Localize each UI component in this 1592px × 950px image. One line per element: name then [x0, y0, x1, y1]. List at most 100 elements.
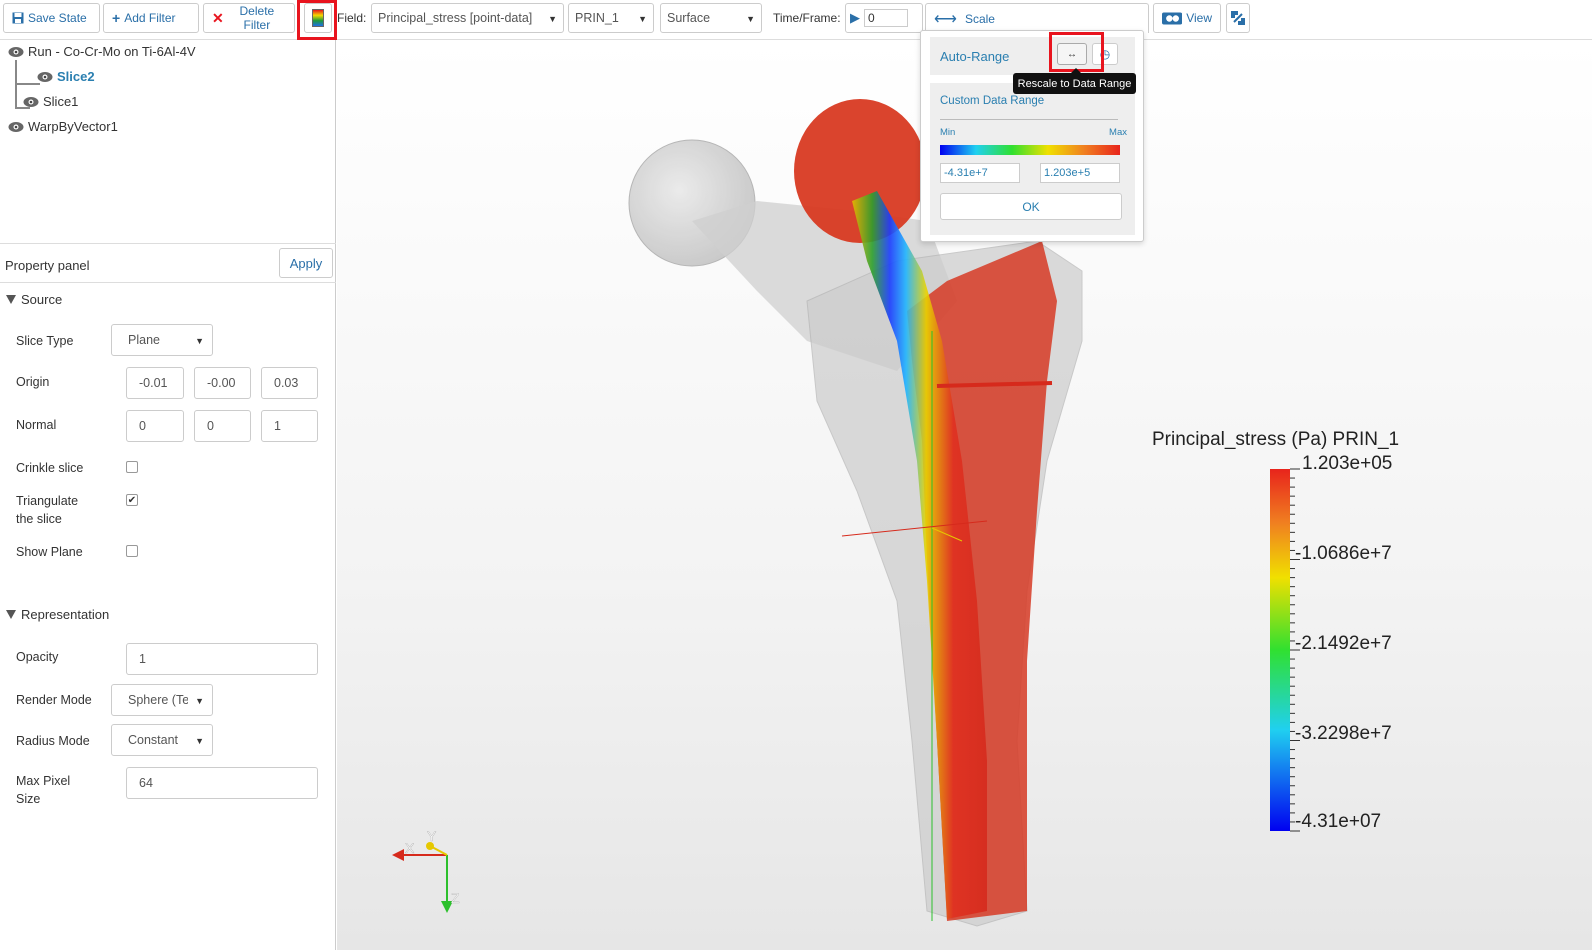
max-value-input[interactable]: 1.203e+5 — [1040, 163, 1120, 183]
source-section-toggle[interactable]: Source — [6, 292, 62, 307]
opacity-input[interactable]: 1 — [126, 643, 318, 675]
tree-item-slice1[interactable]: Slice1 — [23, 94, 78, 109]
legend-title: Principal_stress (Pa) PRIN_1 — [1152, 429, 1399, 450]
scale-popup: Auto-Range ↔ ◷ Custom Data Range Min Max… — [920, 30, 1144, 242]
radius-mode-value: Constant — [128, 733, 179, 747]
show-plane-checkbox[interactable] — [126, 545, 138, 557]
caret-down-icon: ▼ — [548, 14, 557, 24]
representation-select[interactable]: Surface ▼ — [660, 3, 762, 33]
pipeline-tree: Run - Co-Cr-Mo on Ti-6Al-4V Slice2 Slice… — [0, 40, 336, 240]
tree-item-warpbyvector1[interactable]: WarpByVector1 — [8, 119, 118, 134]
tree-item-label: Slice1 — [43, 94, 79, 109]
camera-icon — [1162, 12, 1183, 24]
triangle-down-icon — [6, 295, 16, 304]
plus-icon: + — [112, 10, 121, 26]
normal-x-input[interactable]: 0 — [126, 410, 184, 442]
component-select-value: PRIN_1 — [575, 11, 619, 25]
rescale-tooltip: Rescale to Data Range — [1013, 68, 1136, 94]
eye-icon[interactable] — [23, 96, 39, 108]
field-select[interactable]: Principal_stress [point-data] ▼ — [371, 3, 564, 33]
representation-section-toggle[interactable]: Representation — [6, 607, 109, 622]
caret-down-icon: ▼ — [638, 14, 647, 24]
min-value-input[interactable]: -4.31e+7 — [940, 163, 1020, 183]
time-frame-label: Time/Frame: — [773, 11, 841, 25]
caret-down-icon: ▼ — [746, 14, 755, 24]
eye-icon[interactable] — [8, 121, 24, 133]
color-map-button[interactable] — [304, 3, 332, 33]
orientation-axes: X Y Z — [392, 828, 460, 913]
scale-label: Scale — [964, 11, 995, 26]
field-select-value: Principal_stress [point-data] — [378, 11, 533, 25]
component-select[interactable]: PRIN_1 ▼ — [568, 3, 654, 33]
tree-item-run[interactable]: Run - Co-Cr-Mo on Ti-6Al-4V — [8, 44, 196, 59]
triangulate-label-line1: Triangulate — [16, 494, 79, 508]
triangulate-slice-checkbox[interactable]: ✔ — [126, 494, 138, 506]
delete-filter-label: Delete Filter — [239, 4, 275, 32]
scalar-bar-legend: Principal_stress (Pa) PRIN_1 1.203e+05 -… — [1152, 429, 1399, 832]
caret-down-icon: ▼ — [195, 696, 204, 706]
axis-z-label: Z — [451, 890, 460, 906]
crinkle-slice-label: Crinkle slice — [16, 461, 84, 475]
tree-item-label: Slice2 — [57, 69, 95, 84]
max-pixel-label-line1: Max Pixel — [16, 774, 71, 788]
time-range-button[interactable]: ◷ — [1092, 43, 1118, 65]
legend-label-4: -3.2298e+7 — [1295, 723, 1392, 744]
min-label: Min — [940, 127, 956, 138]
ok-button[interactable]: OK — [940, 193, 1122, 220]
delete-filter-button[interactable]: ✕ Delete Filter — [203, 3, 295, 33]
crinkle-slice-checkbox[interactable] — [126, 461, 138, 473]
time-frame-input[interactable]: 0 — [864, 9, 908, 27]
tree-item-slice2[interactable]: Slice2 — [37, 69, 95, 84]
legend-color-bar — [1270, 469, 1290, 831]
custom-range-card: Custom Data Range Min Max -4.31e+7 1.203… — [930, 83, 1135, 235]
toolbar: Save State + Add Filter ✕ Delete Filter … — [0, 0, 1592, 40]
legend-label-max: 1.203e+05 — [1302, 453, 1392, 474]
reset-camera-button[interactable] — [1226, 3, 1250, 33]
property-panel-header: Property panel Apply — [0, 243, 336, 283]
left-panel: Run - Co-Cr-Mo on Ti-6Al-4V Slice2 Slice… — [0, 40, 336, 950]
radius-mode-select[interactable]: Constant ▼ — [111, 724, 213, 756]
tree-item-label: Run - Co-Cr-Mo on Ti-6Al-4V — [28, 44, 196, 59]
triangle-down-icon — [6, 610, 16, 619]
add-filter-button[interactable]: + Add Filter — [103, 3, 199, 33]
origin-z-input[interactable]: 0.03 — [261, 367, 318, 399]
opacity-label: Opacity — [16, 650, 59, 664]
render-mode-select[interactable]: Sphere (Te ▼ — [111, 684, 213, 716]
origin-x-input[interactable]: -0.01 — [126, 367, 184, 399]
rescale-to-data-range-button[interactable]: ↔ — [1057, 43, 1087, 65]
property-panel-title: Property panel — [5, 258, 90, 273]
origin-y-input[interactable]: -0.00 — [194, 367, 251, 399]
axis-y-label: Y — [427, 828, 437, 844]
view-button[interactable]: View — [1153, 3, 1221, 33]
slice-type-label: Slice Type — [16, 334, 74, 348]
auto-range-row: Auto-Range ↔ ◷ — [930, 37, 1135, 75]
legend-label-min: -4.31e+07 — [1295, 811, 1381, 832]
play-icon[interactable]: ▶ — [850, 10, 860, 26]
reset-camera-icon — [1231, 11, 1245, 25]
representation-section-label: Representation — [21, 607, 110, 622]
slice-type-value: Plane — [128, 333, 160, 347]
caret-down-icon: ▼ — [195, 336, 204, 346]
floppy-icon — [12, 12, 24, 24]
eye-icon[interactable] — [8, 46, 24, 58]
save-state-button[interactable]: Save State — [3, 3, 100, 33]
axis-x-label: X — [405, 840, 415, 856]
apply-button[interactable]: Apply — [279, 248, 333, 278]
divider — [940, 119, 1118, 120]
clock-icon: ◷ — [1099, 47, 1111, 61]
render-mode-value: Sphere (Te — [128, 693, 188, 707]
max-label: Max — [1109, 127, 1127, 138]
normal-y-input[interactable]: 0 — [194, 410, 251, 442]
auto-range-label: Auto-Range — [940, 49, 1010, 64]
view-label: View — [1186, 11, 1212, 25]
double-arrow-icon: ⟷ — [934, 10, 957, 28]
tree-item-label: WarpByVector1 — [28, 119, 118, 134]
source-section-label: Source — [21, 292, 63, 307]
eye-icon[interactable] — [37, 71, 53, 83]
colormap-preview — [940, 145, 1120, 155]
scale-toggle[interactable]: ⟷ Scale — [925, 3, 1149, 33]
custom-range-label: Custom Data Range — [940, 95, 1045, 107]
max-pixel-size-input[interactable]: 64 — [126, 767, 318, 799]
normal-z-input[interactable]: 1 — [261, 410, 318, 442]
slice-type-select[interactable]: Plane ▼ — [111, 324, 213, 356]
